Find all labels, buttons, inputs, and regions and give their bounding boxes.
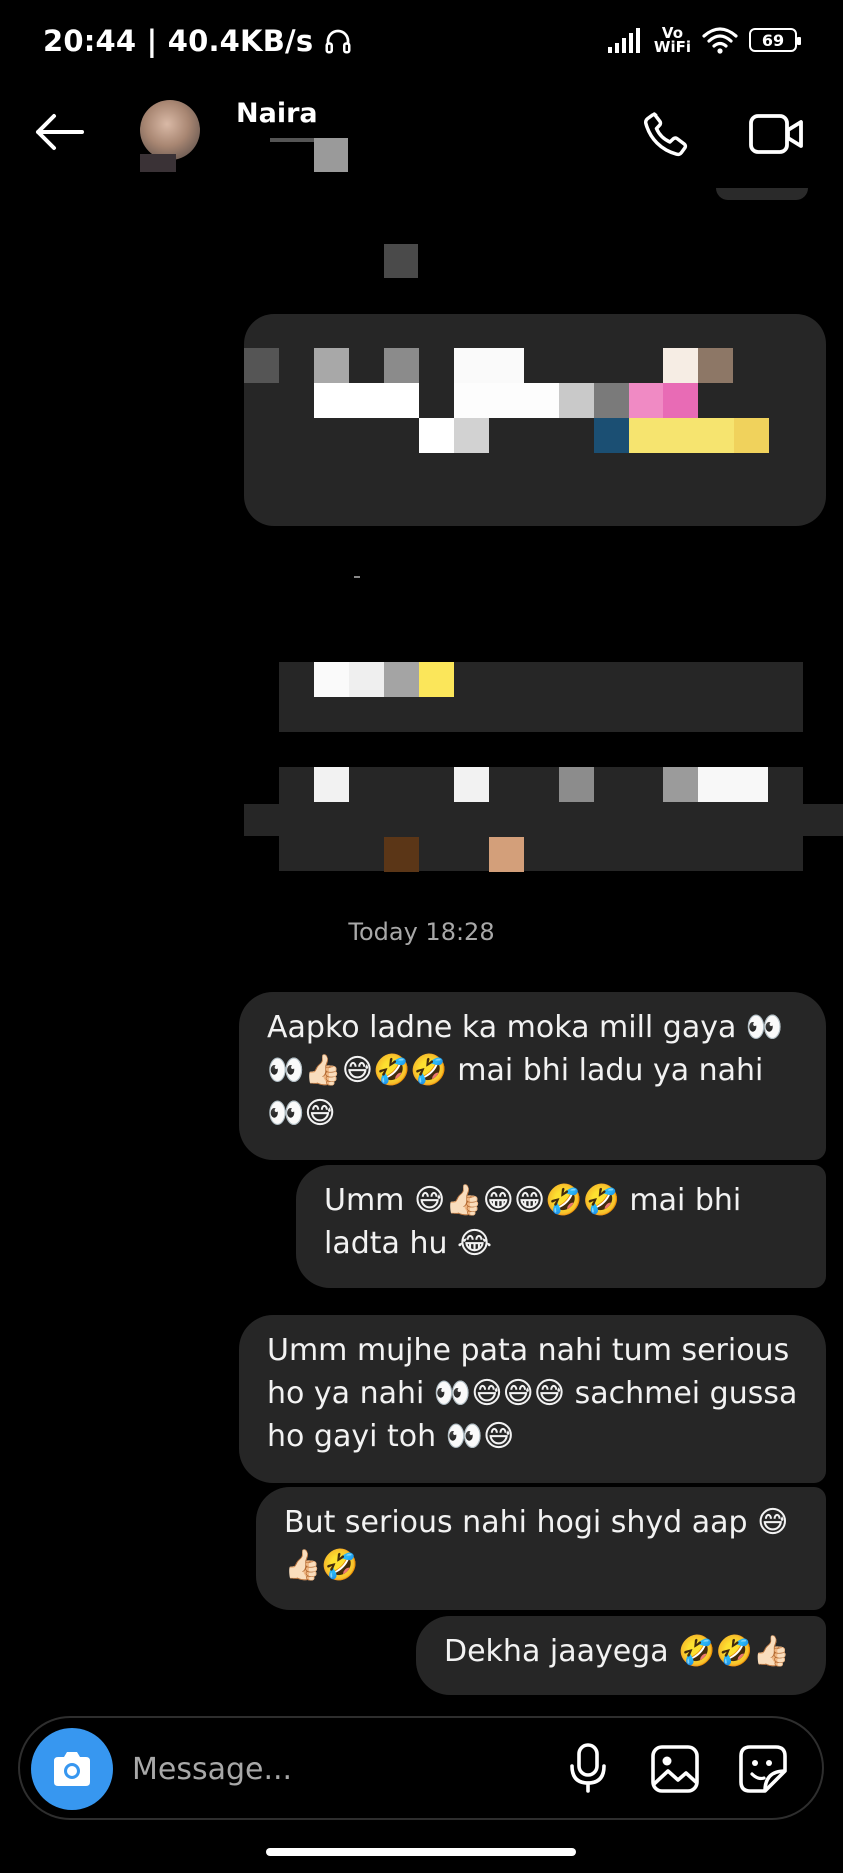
headphone-icon	[325, 29, 351, 54]
message-bubble[interactable]: But serious nahi hogi shyd aap 😅👍🏻🤣	[256, 1487, 826, 1610]
vowifi-bottom: WiFi	[653, 38, 691, 56]
gallery-icon[interactable]	[650, 1744, 700, 1794]
message-input[interactable]	[130, 1745, 474, 1793]
status-time-speed: 20:44 | 40.4KB/s	[43, 24, 353, 58]
avatar[interactable]	[140, 100, 200, 160]
contact-subtitle-pixelated	[270, 138, 350, 172]
camera-icon	[54, 1752, 90, 1786]
status-time-speed-text: 20:44 | 40.4KB/s	[43, 24, 314, 58]
back-arrow-icon[interactable]	[32, 110, 86, 154]
contact-name[interactable]: Naira	[236, 98, 318, 129]
microphone-icon[interactable]	[566, 1742, 610, 1794]
phone-icon[interactable]	[640, 108, 692, 160]
vowifi-label: Vo WiFi	[653, 26, 691, 56]
message-bubble[interactable]: Umm mujhe pata nahi tum serious ho ya na…	[239, 1315, 826, 1483]
camera-button[interactable]	[31, 1728, 113, 1810]
wifi-icon	[702, 27, 738, 54]
chat-timestamp: Today 18:28	[348, 918, 495, 946]
battery-icon: 69	[749, 28, 801, 52]
message-bubble[interactable]: Umm 😅👍🏻😁😁🤣🤣 mai bhi ladta hu 😂	[296, 1165, 826, 1288]
message-bubble[interactable]: Aapko ladne ka moka mill gaya 👀👀👍🏻😅🤣🤣 ma…	[239, 992, 826, 1160]
chat-header: Naira	[0, 90, 843, 180]
avatar-blur	[140, 154, 176, 172]
signal-icon	[607, 28, 640, 53]
status-bar: 20:44 | 40.4KB/s Vo WiFi 69	[0, 0, 843, 90]
video-camera-icon[interactable]	[748, 110, 804, 158]
message-composer	[18, 1716, 824, 1820]
message-bubble[interactable]: Dekha jaayega 🤣🤣👍🏻	[416, 1616, 826, 1695]
home-indicator[interactable]	[266, 1848, 576, 1856]
status-icons: Vo WiFi 69	[606, 25, 801, 56]
sticker-icon[interactable]	[738, 1744, 788, 1794]
